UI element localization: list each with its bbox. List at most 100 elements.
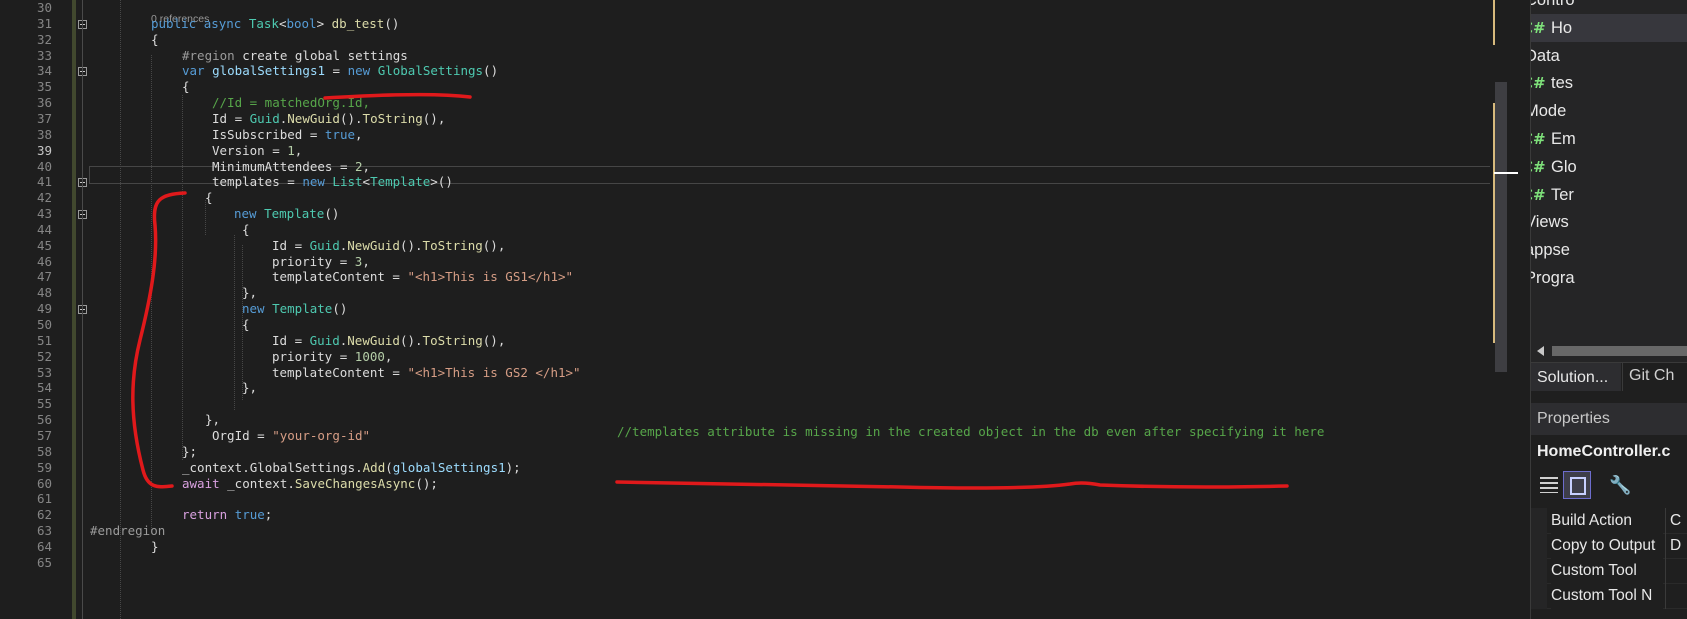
code-line[interactable]: templates = new List<Template>() <box>212 173 453 190</box>
line-number: 35 <box>36 79 52 95</box>
code-line[interactable]: { <box>205 189 213 206</box>
code-line[interactable]: templateContent = "<h1>This is GS1</h1>" <box>272 268 573 285</box>
code-line[interactable]: Id = Guid.NewGuid().ToString(), <box>272 332 505 349</box>
property-value[interactable] <box>1665 558 1687 584</box>
code-token: var <box>182 63 213 79</box>
horizontal-scrollbar-thumb[interactable] <box>1552 346 1687 356</box>
code-line[interactable]: return true; <box>182 506 272 523</box>
code-token: public <box>151 15 204 31</box>
code-editor[interactable]: 30 31 32 33 34 35 36 37 38 39 40 41 42 43 44 45 46 47 48 49… <box>0 0 1490 619</box>
code-line[interactable]: //Id = matchedOrg.Id, <box>212 94 370 111</box>
tree-item[interactable]: Contro <box>1531 0 1687 14</box>
code-line[interactable]: }; <box>182 443 197 460</box>
code-token: () <box>483 63 499 79</box>
code-token: , <box>384 348 393 364</box>
tree-item[interactable]: C# Ho <box>1531 13 1687 42</box>
property-value[interactable]: C <box>1665 508 1687 534</box>
overview-marker <box>1493 0 1495 45</box>
line-number: 64 <box>36 538 52 554</box>
code-token: () <box>384 15 400 31</box>
tree-item[interactable]: { }appse <box>1531 236 1687 264</box>
code-line[interactable]: OrgId = "your-org-id" <box>212 427 370 444</box>
line-number: 56 <box>36 412 52 428</box>
tree-item[interactable]: Views <box>1531 208 1687 236</box>
code-line[interactable]: } <box>151 538 159 555</box>
code-line[interactable]: #region create global settings <box>182 47 408 64</box>
code-token: 1 <box>287 142 295 158</box>
code-token: MinimumAttendees <box>212 158 333 174</box>
code-token: Template <box>264 206 325 222</box>
code-line[interactable]: IsSubscribed = true, <box>212 126 363 143</box>
code-line[interactable]: _context.GlobalSettings.Add(globalSettin… <box>182 459 521 476</box>
property-value[interactable] <box>1665 583 1687 609</box>
code-line[interactable]: { <box>182 78 190 95</box>
property-row[interactable]: Build Action C <box>1531 508 1687 534</box>
code-line[interactable]: new Template() <box>242 300 347 317</box>
property-row[interactable]: Copy to Output D <box>1531 533 1687 559</box>
line-number: 59 <box>36 459 52 475</box>
tab-git-changes[interactable]: Git Ch <box>1622 363 1687 391</box>
code-line[interactable]: }, <box>242 379 257 396</box>
property-row-margin <box>1531 558 1547 584</box>
property-row[interactable]: Custom Tool N <box>1531 583 1687 609</box>
code-token: = <box>332 348 355 364</box>
solution-explorer-tree[interactable]: Contro C# Ho Data C# tes Mode C# Em C# Glo C# Ter Vie… <box>1531 0 1687 340</box>
code-line[interactable]: var globalSettings1 = new GlobalSettings… <box>182 62 498 79</box>
code-line[interactable]: public async Task<bool> db_test() <box>151 15 399 32</box>
code-token: ToString <box>422 237 483 253</box>
code-line[interactable]: }, <box>242 284 257 301</box>
code-line[interactable]: }, <box>205 411 220 428</box>
line-number: 50 <box>36 317 52 332</box>
categorized-button[interactable] <box>1535 471 1563 499</box>
line-number: 38 <box>36 126 52 142</box>
tree-item[interactable]: C#Progra <box>1531 264 1687 292</box>
tree-item[interactable]: Data <box>1531 42 1687 70</box>
code-token: templateContent <box>272 269 385 285</box>
properties-object-name[interactable]: HomeController.c <box>1531 438 1687 466</box>
code-token: (). <box>339 110 363 126</box>
code-token: (). <box>399 332 423 348</box>
code-token: { <box>182 79 190 95</box>
property-value[interactable]: D <box>1665 533 1687 559</box>
property-row-margin <box>1531 583 1547 609</box>
code-line[interactable]: #endregion <box>90 522 165 539</box>
code-line[interactable]: priority = 1000, <box>272 348 392 365</box>
code-token: = <box>249 427 273 443</box>
code-line[interactable]: MinimumAttendees = 2, <box>212 158 370 175</box>
code-token: } <box>151 538 159 554</box>
tree-item[interactable]: C# tes <box>1531 69 1687 97</box>
code-token: bool <box>286 15 317 31</box>
code-line[interactable]: Id = Guid.NewGuid().ToString(), <box>212 110 445 127</box>
code-token: return <box>182 507 235 523</box>
horizontal-scrollbar[interactable] <box>1531 340 1687 362</box>
scrollbar-thumb[interactable] <box>1495 82 1507 372</box>
code-token: ToString <box>362 110 423 126</box>
scroll-left-icon[interactable] <box>1537 346 1544 356</box>
caret-position-marker <box>1494 172 1518 174</box>
code-line[interactable]: new Template() <box>234 205 339 222</box>
alphabetical-button[interactable] <box>1563 471 1591 499</box>
tree-item[interactable]: C# Ter <box>1531 181 1687 209</box>
tree-item-label: Views <box>1531 213 1569 232</box>
tree-item-label: tes <box>1551 74 1574 93</box>
outlining-margin <box>82 0 83 619</box>
code-line[interactable]: priority = 3, <box>272 253 370 270</box>
tab-solution-explorer[interactable]: Solution... <box>1531 363 1621 391</box>
tree-item[interactable]: C# Glo <box>1531 153 1687 181</box>
property-pages-button[interactable]: 🔧 <box>1601 471 1631 499</box>
code-line[interactable]: await _context.SaveChangesAsync(); <box>182 475 438 492</box>
property-row[interactable]: Custom Tool <box>1531 558 1687 584</box>
indent-guide <box>151 55 152 530</box>
code-token: Id <box>272 332 288 348</box>
line-number: 34 <box>36 63 52 79</box>
code-line[interactable]: Id = Guid.NewGuid().ToString(), <box>272 237 505 254</box>
tree-item[interactable]: C# Em <box>1531 125 1687 153</box>
code-line[interactable]: templateContent = "<h1>This is GS2 </h1>… <box>272 364 581 381</box>
code-line[interactable]: { <box>242 316 250 333</box>
code-line[interactable]: { <box>151 31 159 48</box>
code-line[interactable]: Version = 1, <box>212 142 302 159</box>
tree-item[interactable]: Mode <box>1531 97 1687 125</box>
vertical-scrollbar[interactable] <box>1490 0 1512 619</box>
code-token: GlobalSettings <box>377 63 484 79</box>
code-line[interactable]: { <box>242 221 250 238</box>
